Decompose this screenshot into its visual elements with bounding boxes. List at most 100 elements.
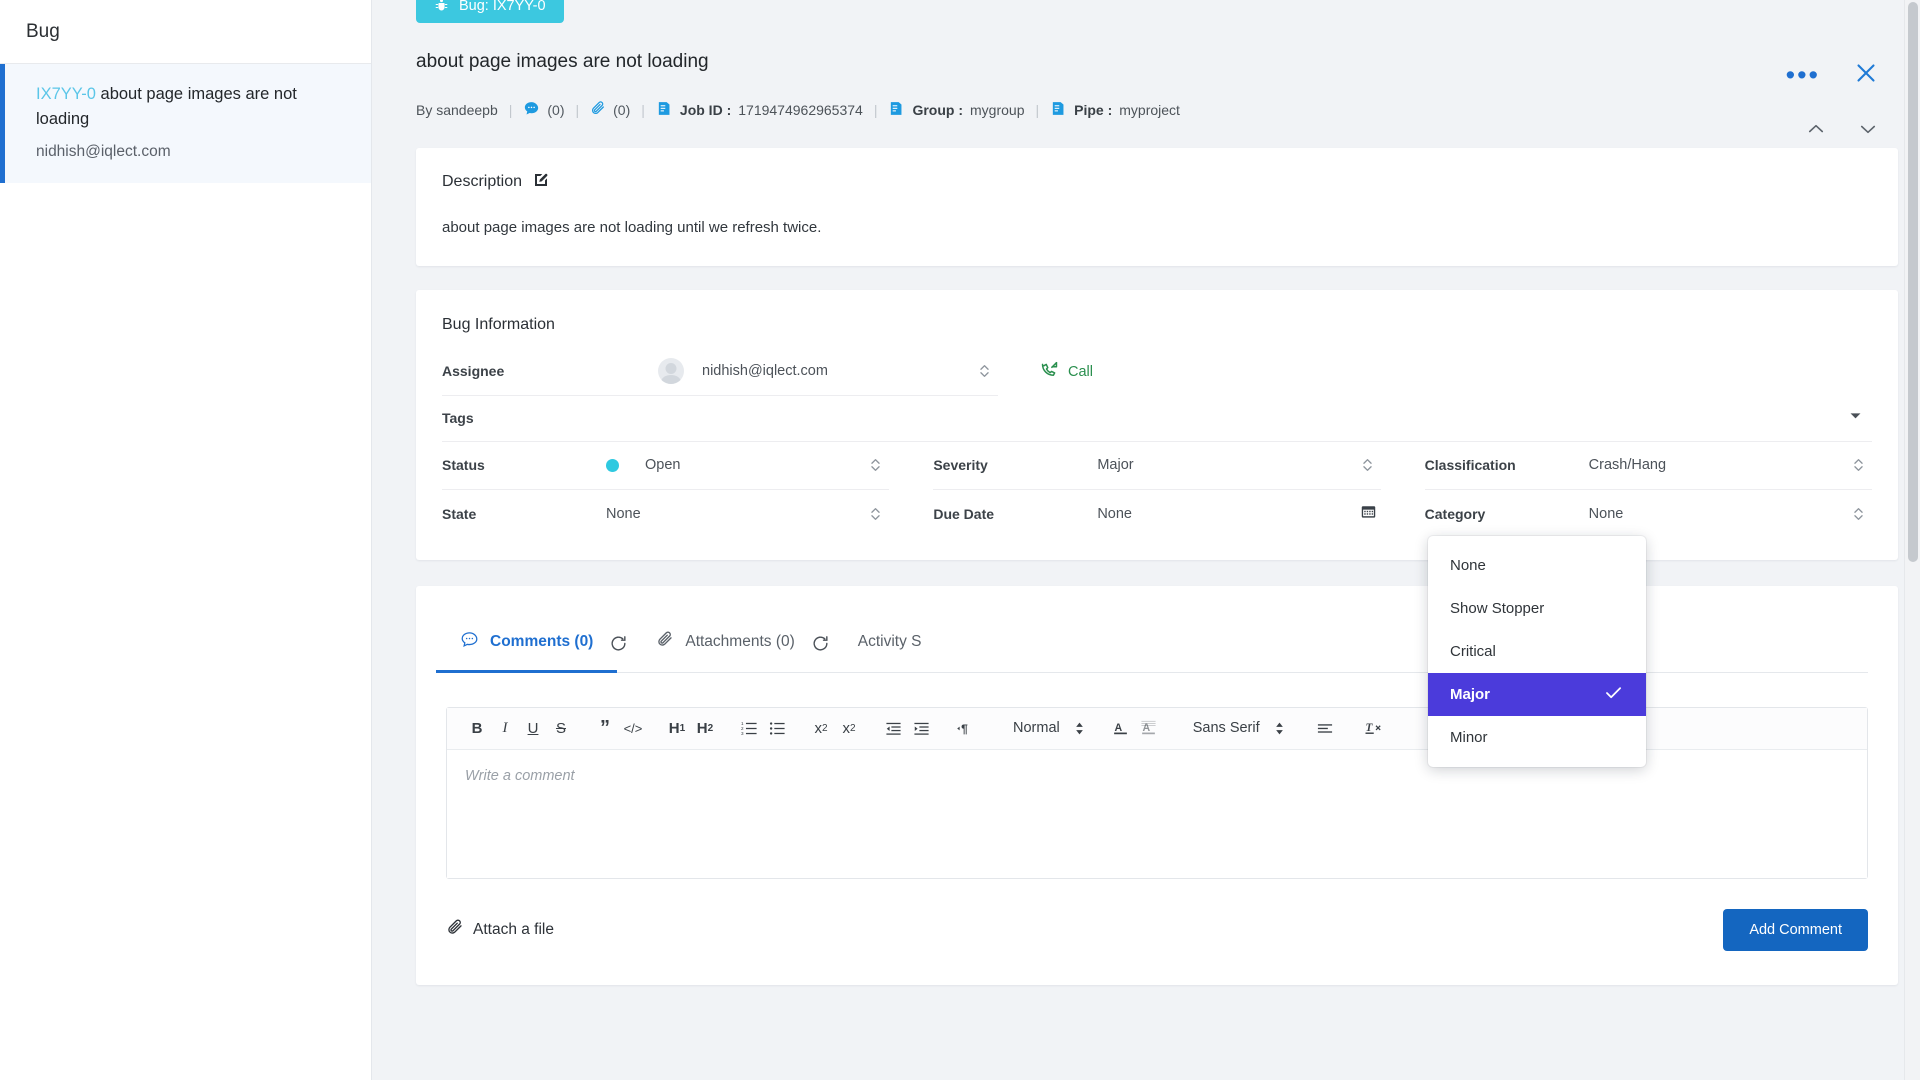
text-direction-button[interactable]: ¶ <box>951 713 979 743</box>
refresh-attachments-icon[interactable] <box>811 634 830 653</box>
status-stepper-icon[interactable] <box>870 457 881 473</box>
tab-activity-stream[interactable]: Activity S <box>856 619 924 669</box>
tags-field[interactable]: Tags <box>442 396 1872 442</box>
severity-value: Major <box>1097 457 1134 473</box>
due-date-field[interactable]: Due Date None <box>933 490 1380 538</box>
meta-attachments[interactable]: (0) <box>590 100 630 119</box>
status-field[interactable]: Status Open <box>442 442 890 490</box>
header-nav-arrows <box>1806 119 1878 144</box>
due-date-label: Due Date <box>933 505 995 522</box>
clear-formatting-button[interactable]: T <box>1361 713 1389 743</box>
assignee-control[interactable]: nidhish@iqlect.com <box>658 358 998 384</box>
heading-2-button[interactable]: H2 <box>691 713 719 743</box>
tags-label: Tags <box>442 410 474 426</box>
group-icon <box>888 100 905 120</box>
scrollbar-thumb[interactable] <box>1908 2 1918 562</box>
category-stepper-icon[interactable] <box>1853 506 1864 522</box>
attach-file-button[interactable]: Attach a file <box>446 918 554 941</box>
call-label: Call <box>1068 363 1093 380</box>
due-date-control[interactable]: None <box>1097 506 1380 522</box>
assignee-field[interactable]: Assignee nidhish@iqlect.com <box>442 348 998 396</box>
svg-text:1: 1 <box>741 720 744 725</box>
code-block-button[interactable]: </> <box>619 713 647 743</box>
meta-group-label: Group : <box>912 101 964 118</box>
category-control[interactable]: None <box>1589 506 1872 522</box>
vertical-scrollbar[interactable] <box>1904 0 1920 1080</box>
font-family-select[interactable]: Sans Serif <box>1187 720 1291 736</box>
text-color-button[interactable]: A <box>1107 713 1135 743</box>
italic-button[interactable]: I <box>491 713 519 743</box>
heading-1-button[interactable]: H1 <box>663 713 691 743</box>
font-family-value: Sans Serif <box>1192 720 1260 736</box>
tab-attachments-label: Attachments (0) <box>685 632 795 650</box>
refresh-comments-icon[interactable] <box>609 634 628 653</box>
previous-bug-icon[interactable] <box>1806 119 1826 144</box>
align-button[interactable] <box>1311 713 1339 743</box>
severity-option-critical[interactable]: Critical <box>1428 630 1646 673</box>
severity-option-none[interactable]: None <box>1428 544 1646 587</box>
edit-description-icon[interactable] <box>533 172 549 193</box>
tab-comments[interactable]: Comments (0) <box>435 616 618 673</box>
background-color-button[interactable]: A <box>1135 713 1163 743</box>
assignee-value: nidhish@iqlect.com <box>702 363 828 379</box>
meta-group: Group : mygroup <box>888 100 1024 120</box>
meta-comments-count: (0) <box>547 101 565 118</box>
category-field[interactable]: Category None <box>1425 490 1872 538</box>
severity-option-label: Show Stopper <box>1450 600 1545 617</box>
severity-field[interactable]: Severity Major <box>933 442 1381 490</box>
due-date-value: None <box>1097 505 1132 522</box>
bold-button[interactable]: B <box>463 713 491 743</box>
assignee-stepper-icon[interactable] <box>979 363 990 379</box>
blockquote-button[interactable]: ” <box>591 713 619 743</box>
calendar-icon[interactable] <box>1360 503 1377 525</box>
add-comment-button[interactable]: Add Comment <box>1723 908 1868 951</box>
indent-button[interactable] <box>907 713 935 743</box>
severity-control[interactable]: Major <box>1097 457 1380 473</box>
header-actions: ••• <box>1786 61 1878 90</box>
classification-field[interactable]: Classification Crash/Hang <box>1424 442 1872 490</box>
state-control[interactable]: None <box>606 506 889 522</box>
tab-attachments[interactable]: Attachments (0) <box>654 616 796 671</box>
severity-option-label: Critical <box>1450 643 1496 660</box>
fields-column-left: Status Open State None <box>442 442 890 538</box>
outdent-button[interactable] <box>879 713 907 743</box>
severity-option-label: None <box>1450 557 1486 574</box>
severity-option-show-stopper[interactable]: Show Stopper <box>1428 587 1646 630</box>
comment-textarea[interactable]: Write a comment <box>447 749 1867 878</box>
bug-list-header: Bug <box>0 0 371 64</box>
underline-button[interactable]: U <box>519 713 547 743</box>
close-icon[interactable] <box>1854 61 1878 90</box>
call-button[interactable]: Call <box>1040 348 1093 396</box>
list-item[interactable]: IX7YY-0 about page images are not loadin… <box>0 64 371 183</box>
svg-text:2: 2 <box>741 725 744 730</box>
severity-option-label: Minor <box>1450 729 1488 746</box>
strikethrough-button[interactable]: S <box>547 713 575 743</box>
call-icon <box>1040 360 1059 383</box>
chevron-down-icon[interactable] <box>1847 407 1864 429</box>
category-label: Category <box>1424 505 1486 522</box>
status-dot <box>606 458 619 472</box>
status-control[interactable]: Open <box>606 457 889 473</box>
comment-bubble-icon <box>460 630 479 654</box>
subscript-button[interactable]: x2 <box>807 713 835 743</box>
comment-tabs: Comments (0) Attachments (0) Activity S <box>435 616 1868 673</box>
state-stepper-icon[interactable] <box>870 506 881 522</box>
meta-comments[interactable]: (0) <box>523 100 565 120</box>
bullet-list-button[interactable] <box>763 713 791 743</box>
severity-option-minor[interactable]: Minor <box>1428 716 1646 759</box>
heading-select[interactable]: Normal <box>1007 720 1091 736</box>
severity-option-major[interactable]: Major <box>1428 673 1646 716</box>
superscript-button[interactable]: x2 <box>835 713 863 743</box>
comment-placeholder: Write a comment <box>465 767 575 784</box>
next-bug-icon[interactable] <box>1858 119 1878 144</box>
more-options-icon[interactable]: ••• <box>1786 62 1820 89</box>
status-label: Status <box>442 457 485 473</box>
classification-control[interactable]: Crash/Hang <box>1589 457 1872 473</box>
bug-list-pane: Bug IX7YY-0 about page images are not lo… <box>0 0 372 1080</box>
paperclip-icon <box>590 100 606 119</box>
severity-stepper-icon[interactable] <box>1362 457 1373 473</box>
state-field[interactable]: State None <box>442 490 889 538</box>
ordered-list-button[interactable]: 1 2 3 <box>735 713 763 743</box>
classification-stepper-icon[interactable] <box>1853 457 1864 473</box>
check-icon <box>1603 682 1624 707</box>
